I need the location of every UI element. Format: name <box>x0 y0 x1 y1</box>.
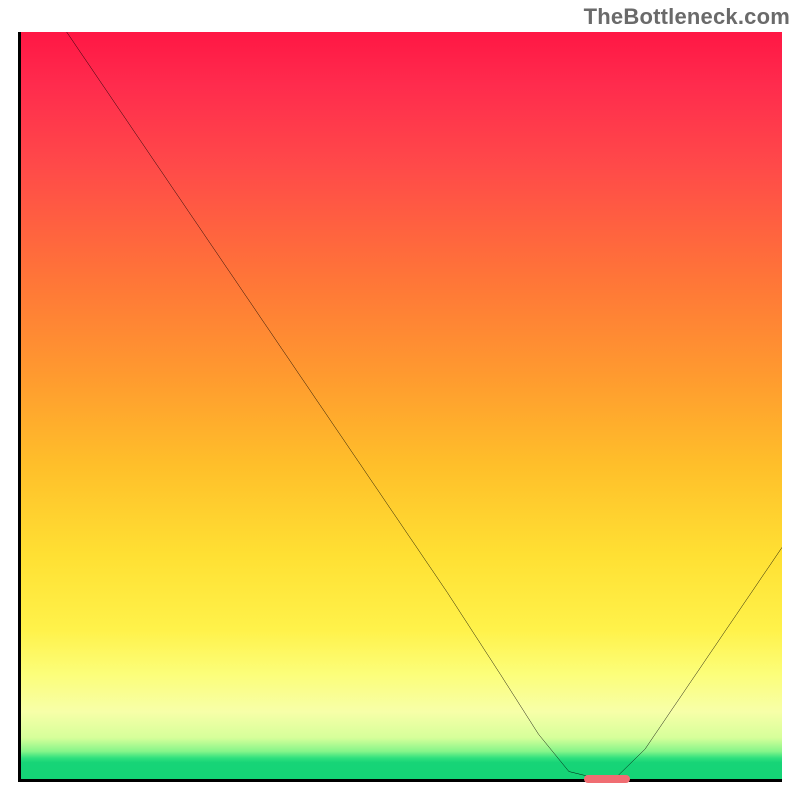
chart-container: TheBottleneck.com <box>0 0 800 800</box>
watermark-text: TheBottleneck.com <box>584 4 790 30</box>
plot-gradient-bg <box>21 32 782 779</box>
plot-frame <box>18 32 782 782</box>
minimum-marker <box>584 775 630 783</box>
